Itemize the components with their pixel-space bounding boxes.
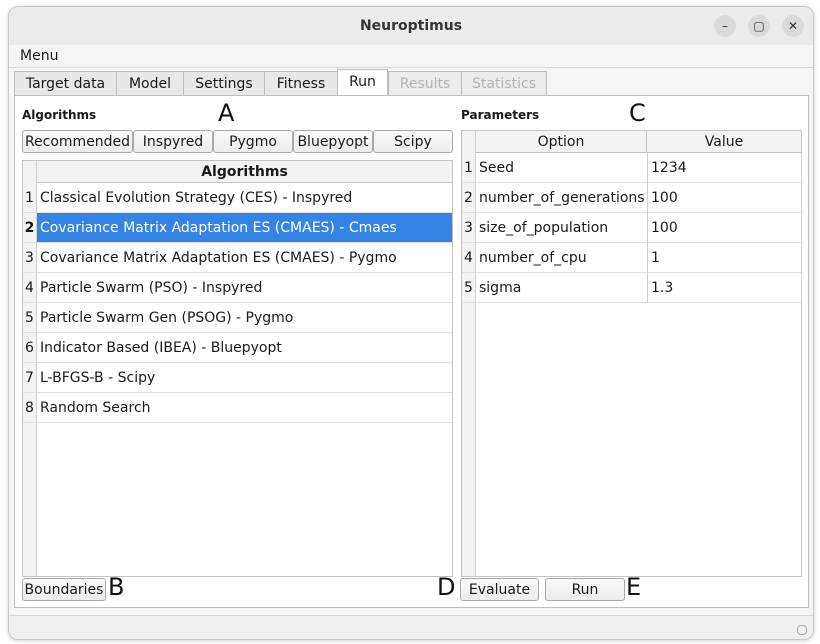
algorithm-row-selected[interactable]: Covariance Matrix Adaptation ES (CMAES) … <box>37 213 452 243</box>
row-number: 2 <box>462 183 476 213</box>
row-number: 3 <box>462 213 476 243</box>
tab-statistics: Statistics <box>461 71 547 95</box>
param-option-cell: number_of_cpu <box>476 243 647 273</box>
marker-d: D <box>437 573 456 601</box>
resize-grip-icon[interactable] <box>797 625 807 635</box>
param-value-cell[interactable]: 1 <box>648 243 801 273</box>
param-option-cell: number_of_generations <box>476 183 647 213</box>
tab-settings[interactable]: Settings <box>183 71 265 95</box>
algorithm-row[interactable]: L-BFGS-B - Scipy <box>37 363 452 393</box>
algorithm-row[interactable]: Covariance Matrix Adaptation ES (CMAES) … <box>37 243 452 273</box>
param-option-cell: sigma <box>476 273 647 303</box>
row-number: 4 <box>462 243 476 273</box>
param-value-cell[interactable]: 1234 <box>648 153 801 183</box>
title-bar[interactable]: Neuroptimus – ▢ ✕ <box>9 7 813 46</box>
param-value-cell[interactable]: 100 <box>648 183 801 213</box>
tab-model[interactable]: Model <box>116 71 184 95</box>
row-number: 2 <box>23 213 37 243</box>
tab-target-data[interactable]: Target data <box>14 71 117 95</box>
param-value-cell[interactable]: 1.3 <box>648 273 801 303</box>
parameters-section-label: Parameters <box>461 108 540 122</box>
filter-bluepyopt-button[interactable]: Bluepyopt <box>293 130 373 153</box>
boundaries-button[interactable]: Boundaries <box>22 578 106 601</box>
algorithms-column-header[interactable]: Algorithms <box>37 161 452 183</box>
row-number: 1 <box>462 153 476 183</box>
filter-inspyred-button[interactable]: Inspyred <box>133 130 213 153</box>
window-title: Neuroptimus <box>359 18 463 34</box>
algorithms-table: Algorithms 1 Classical Evolution Strateg… <box>22 160 453 577</box>
evaluate-button[interactable]: Evaluate <box>460 578 539 601</box>
row-number: 5 <box>23 303 37 333</box>
row-number: 7 <box>23 363 37 393</box>
row-number: 8 <box>23 393 37 423</box>
algorithm-row[interactable]: Particle Swarm (PSO) - Inspyred <box>37 273 452 303</box>
param-option-cell: size_of_population <box>476 213 647 243</box>
status-bar <box>9 615 813 639</box>
filter-scipy-button[interactable]: Scipy <box>373 130 453 153</box>
run-button[interactable]: Run <box>545 578 625 601</box>
param-value-cell[interactable]: 100 <box>648 213 801 243</box>
param-option-cell: Seed <box>476 153 647 183</box>
marker-e: E <box>626 573 642 601</box>
row-number: 5 <box>462 273 476 303</box>
value-column-header[interactable]: Value <box>647 131 801 153</box>
algorithm-row[interactable]: Indicator Based (IBEA) - Bluepyopt <box>37 333 452 363</box>
marker-b: B <box>108 573 125 601</box>
column-divider <box>801 153 802 303</box>
parameters-table: Option Value 1 Seed 1234 2 number_of_gen… <box>461 130 802 577</box>
row-number: 4 <box>23 273 37 303</box>
app-window: Neuroptimus – ▢ ✕ Menu Target data Model… <box>8 6 814 640</box>
tab-results: Results <box>388 71 462 95</box>
algorithms-section-label: Algorithms <box>22 108 97 122</box>
maximize-button[interactable]: ▢ <box>748 15 770 37</box>
marker-a: A <box>218 99 235 127</box>
algorithm-row[interactable]: Random Search <box>37 393 452 423</box>
minimize-button[interactable]: – <box>714 15 736 37</box>
algorithm-row[interactable]: Classical Evolution Strategy (CES) - Ins… <box>37 183 452 213</box>
marker-c: C <box>629 99 646 127</box>
row-number: 6 <box>23 333 37 363</box>
table-corner <box>23 161 37 183</box>
table-corner <box>462 131 476 153</box>
menu-bar: Menu <box>9 45 813 68</box>
algorithm-row[interactable]: Particle Swarm Gen (PSOG) - Pygmo <box>37 303 452 333</box>
close-button[interactable]: ✕ <box>782 15 804 37</box>
tab-run[interactable]: Run <box>337 69 388 97</box>
tab-fitness[interactable]: Fitness <box>264 71 338 95</box>
menu-item-menu[interactable]: Menu <box>20 48 58 64</box>
filter-recommended-button[interactable]: Recommended <box>22 130 133 153</box>
row-number: 1 <box>23 183 37 213</box>
filter-pygmo-button[interactable]: Pygmo <box>213 130 293 153</box>
row-number: 3 <box>23 243 37 273</box>
option-column-header[interactable]: Option <box>476 131 647 153</box>
run-tab-pane: Algorithms A Recommended Inspyred Pygmo … <box>14 95 809 608</box>
